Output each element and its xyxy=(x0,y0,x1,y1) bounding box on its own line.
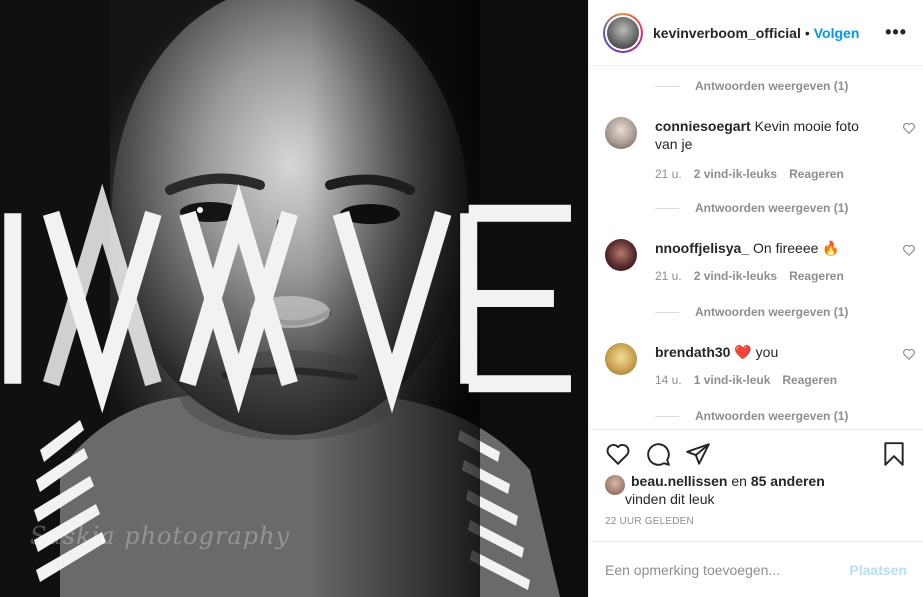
post-comment-button[interactable]: Plaatsen xyxy=(849,562,907,578)
comment-reply-button[interactable]: Reageren xyxy=(789,269,844,283)
post-side-panel: kevinverboom_official • Volgen ••• Antwo… xyxy=(588,0,923,597)
view-replies-button[interactable]: Antwoorden weergeven (1) xyxy=(655,407,848,425)
reply-line xyxy=(655,85,679,87)
photographer-signature: Saskia photography xyxy=(30,522,291,550)
comment-reply-button[interactable]: Reageren xyxy=(782,373,837,387)
liker-avatar[interactable] xyxy=(605,475,625,495)
bookmark-icon[interactable] xyxy=(881,441,907,467)
comment-reply-button[interactable]: Reageren xyxy=(789,167,844,181)
likes-others[interactable]: 85 anderen xyxy=(751,473,825,489)
likes-line: beau.nellissen en 85 anderen xyxy=(631,472,825,490)
add-comment-bar: Plaatsen xyxy=(589,541,923,597)
profile-avatar[interactable] xyxy=(603,12,643,53)
comment-meta: 21 u. 2 vind-ik-leuks Reageren xyxy=(655,269,844,283)
comment-likes[interactable]: 2 vind-ik-leuks xyxy=(694,269,777,283)
commenter-avatar[interactable] xyxy=(605,117,637,149)
heart-icon[interactable] xyxy=(605,441,631,467)
post-time-ago[interactable]: 22 UUR GELEDEN xyxy=(605,516,694,527)
comment-item: nnooffjelisya_ On fireeee 🔥 21 u. 2 vind… xyxy=(605,239,915,299)
view-replies-button[interactable]: Antwoorden weergeven (1) xyxy=(655,77,848,95)
avatar-frame xyxy=(605,14,641,51)
iamme-watermark-logo xyxy=(4,183,571,414)
view-replies-label: Antwoorden weergeven (1) xyxy=(695,305,849,319)
post-header: kevinverboom_official • Volgen ••• xyxy=(589,0,923,66)
comment-icon[interactable] xyxy=(645,441,671,467)
comment-meta: 21 u. 2 vind-ik-leuks Reageren xyxy=(655,167,844,181)
comment-item: conniesoegart Kevin mooie foto van je 21… xyxy=(605,117,915,237)
comment-text: conniesoegart Kevin mooie foto van je xyxy=(655,117,883,153)
view-replies-label: Antwoorden weergeven (1) xyxy=(695,409,849,423)
comment-item: brendath30 ❤️ you 14 u. 1 vind-ik-leuk R… xyxy=(605,343,915,403)
reply-line xyxy=(655,207,679,209)
share-icon[interactable] xyxy=(685,441,711,467)
comment-time[interactable]: 21 u. xyxy=(655,269,682,283)
post-modal: Saskia photography kevinverboom_official… xyxy=(0,0,923,597)
reply-line xyxy=(655,311,679,313)
comment-text: nnooffjelisya_ On fireeee 🔥 xyxy=(655,239,883,257)
comment-content: ❤️ you xyxy=(734,344,779,360)
comment-content: On fireeee 🔥 xyxy=(753,240,840,256)
liker-username[interactable]: beau.nellissen xyxy=(631,473,727,489)
header-separator: • xyxy=(804,24,810,41)
commenter-username[interactable]: brendath30 xyxy=(655,344,730,360)
comment-time[interactable]: 14 u. xyxy=(655,373,682,387)
comment-text: brendath30 ❤️ you xyxy=(655,343,883,361)
view-replies-label: Antwoorden weergeven (1) xyxy=(695,79,849,93)
comment-likes[interactable]: 2 vind-ik-leuks xyxy=(694,167,777,181)
follow-button[interactable]: Volgen xyxy=(814,25,860,41)
commenter-username[interactable]: conniesoegart xyxy=(655,118,751,134)
comment-like-icon[interactable] xyxy=(902,121,916,135)
comment-likes[interactable]: 1 vind-ik-leuk xyxy=(694,373,771,387)
commenter-username[interactable]: nnooffjelisya_ xyxy=(655,240,749,256)
view-replies-label: Antwoorden weergeven (1) xyxy=(695,201,849,215)
comment-like-icon[interactable] xyxy=(902,347,916,361)
view-replies-button[interactable]: Antwoorden weergeven (1) xyxy=(655,199,848,217)
more-options-icon[interactable]: ••• xyxy=(885,22,907,43)
comment-like-icon[interactable] xyxy=(902,243,916,257)
likes-suffix: vinden dit leuk xyxy=(625,491,715,507)
commenter-avatar[interactable] xyxy=(605,343,637,375)
header-text: kevinverboom_official • Volgen xyxy=(653,25,859,41)
header-username[interactable]: kevinverboom_official xyxy=(653,25,801,41)
action-bar xyxy=(589,429,923,477)
comment-time[interactable]: 21 u. xyxy=(655,167,682,181)
likes-conjunction: en xyxy=(731,473,747,489)
post-photo[interactable]: Saskia photography xyxy=(0,0,588,597)
avatar-image xyxy=(607,16,639,49)
comment-input[interactable] xyxy=(605,561,850,578)
view-replies-button[interactable]: Antwoorden weergeven (1) xyxy=(655,303,848,321)
reply-line xyxy=(655,415,679,417)
comment-meta: 14 u. 1 vind-ik-leuk Reageren xyxy=(655,373,837,387)
comments-list[interactable]: Antwoorden weergeven (1) conniesoegart K… xyxy=(589,67,923,429)
commenter-avatar[interactable] xyxy=(605,239,637,271)
